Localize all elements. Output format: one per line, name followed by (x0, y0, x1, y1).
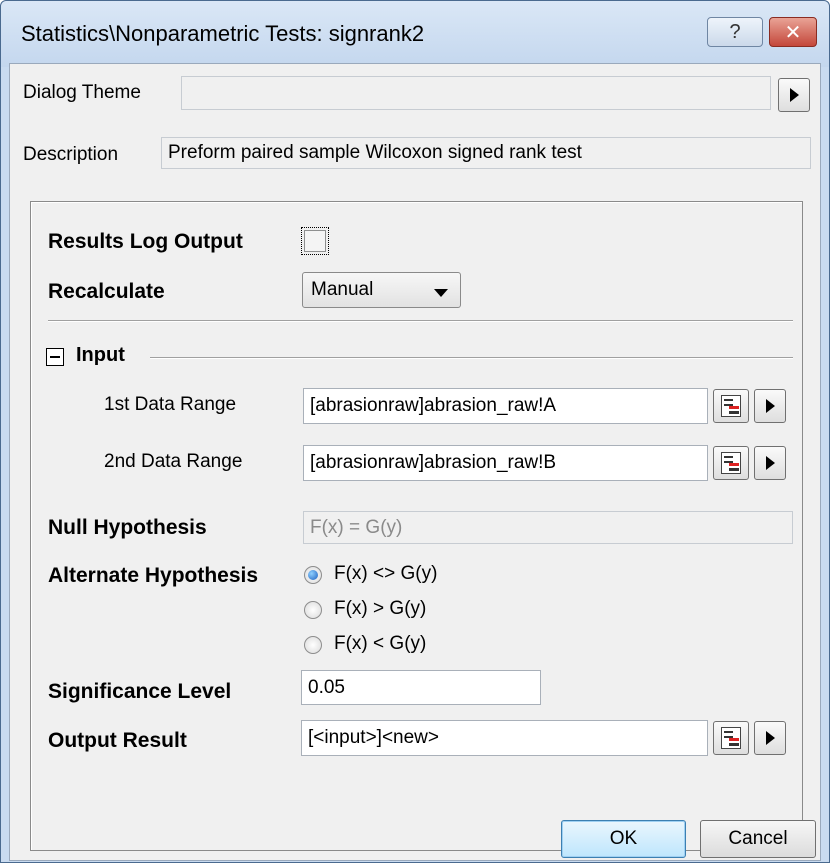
range2-label: 2nd Data Range (104, 451, 243, 472)
dialog-client-area: Dialog Theme Description Preform paired … (9, 63, 821, 861)
recalculate-value: Manual (311, 279, 374, 300)
help-button[interactable]: ? (707, 17, 763, 47)
description-label: Description (23, 144, 119, 165)
title-bar[interactable]: Statistics\Nonparametric Tests: signrank… (1, 1, 829, 67)
input-section-title: Input (76, 344, 125, 366)
range1-label: 1st Data Range (104, 394, 237, 415)
question-mark-icon: ? (729, 20, 741, 43)
results-log-label: Results Log Output (48, 230, 243, 253)
ok-button[interactable]: OK (561, 820, 686, 858)
input-section-line (150, 357, 793, 359)
arrow-right-icon (765, 399, 775, 413)
output-result-label: Output Result (48, 729, 187, 752)
range2-select-button[interactable] (713, 446, 749, 480)
close-button[interactable]: ✕ (769, 17, 817, 47)
recalculate-label: Recalculate (48, 280, 165, 303)
collapse-input-icon[interactable] (46, 348, 64, 366)
dialog-window: Statistics\Nonparametric Tests: signrank… (0, 0, 830, 863)
results-log-checkbox[interactable] (301, 227, 329, 255)
alt-hypothesis-option[interactable]: F(x) < G(y) (334, 633, 426, 655)
alt-hypothesis-radio-lt[interactable] (304, 636, 322, 654)
recalculate-dropdown[interactable]: Manual (302, 272, 461, 308)
output-menu-button[interactable] (754, 721, 786, 755)
select-range-icon (721, 727, 741, 749)
range1-input[interactable]: [abrasionraw]abrasion_raw!A (303, 388, 708, 424)
alternate-hypothesis-label: Alternate Hypothesis (48, 564, 259, 587)
alt-hypothesis-option[interactable]: F(x) <> G(y) (334, 563, 437, 585)
dialog-theme-label: Dialog Theme (23, 82, 141, 103)
chevron-down-icon (434, 289, 448, 297)
window-title: Statistics\Nonparametric Tests: signrank… (21, 21, 425, 46)
select-range-icon (721, 395, 741, 417)
significance-input[interactable]: 0.05 (301, 670, 541, 705)
null-hypothesis-field: F(x) = G(y) (303, 511, 793, 544)
dialog-theme-menu-button[interactable] (778, 78, 810, 112)
range2-menu-button[interactable] (754, 446, 786, 480)
dialog-theme-field[interactable] (181, 76, 771, 110)
output-result-input[interactable]: [<input>]<new> (301, 720, 708, 756)
alt-hypothesis-radio-neq[interactable] (304, 566, 322, 584)
range2-input[interactable]: [abrasionraw]abrasion_raw!B (303, 445, 708, 481)
alt-hypothesis-option[interactable]: F(x) > G(y) (334, 598, 426, 620)
separator (48, 320, 793, 322)
significance-label: Significance Level (48, 680, 232, 703)
select-range-icon (721, 452, 741, 474)
arrow-right-icon (789, 88, 799, 102)
range1-select-button[interactable] (713, 389, 749, 423)
alt-hypothesis-radio-gt[interactable] (304, 601, 322, 619)
output-select-button[interactable] (713, 721, 749, 755)
null-hypothesis-label: Null Hypothesis (48, 516, 207, 539)
cancel-button[interactable]: Cancel (700, 820, 816, 858)
range1-menu-button[interactable] (754, 389, 786, 423)
arrow-right-icon (765, 731, 775, 745)
arrow-right-icon (765, 456, 775, 470)
description-text: Preform paired sample Wilcoxon signed ra… (161, 137, 811, 169)
close-icon: ✕ (784, 21, 802, 44)
